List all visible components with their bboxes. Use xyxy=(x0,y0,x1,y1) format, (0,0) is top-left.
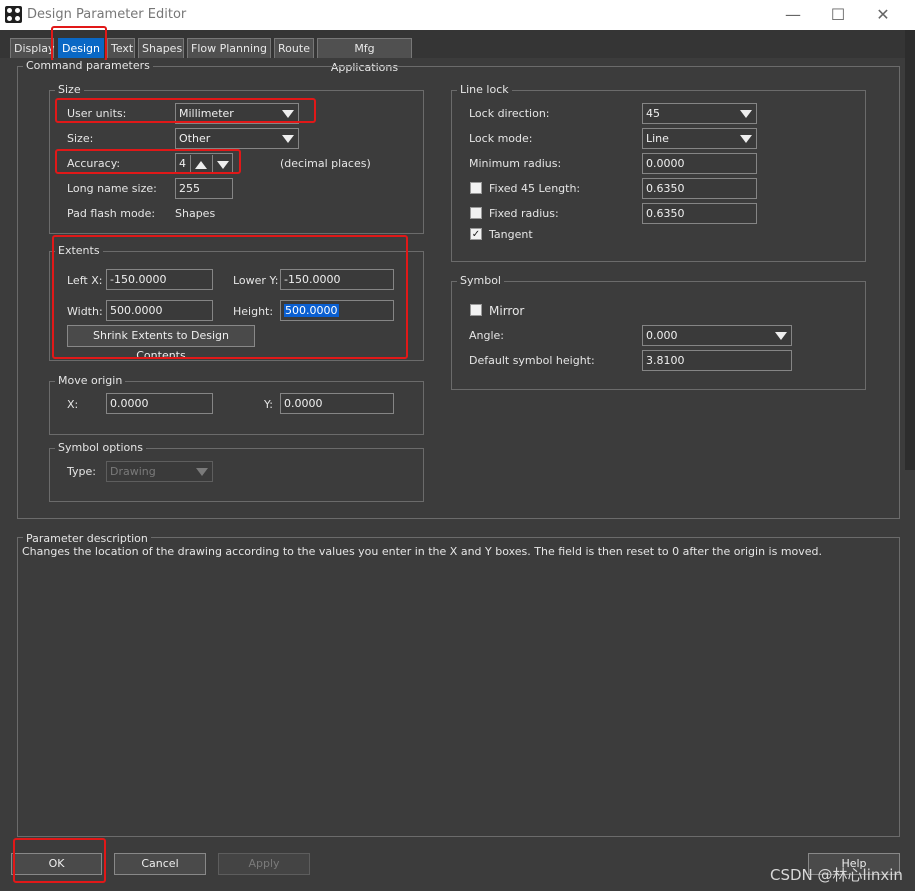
angle-dropdown[interactable]: 0.000 xyxy=(642,325,792,346)
mirror-label: Mirror xyxy=(489,304,525,318)
long-name-size-input[interactable]: 255 xyxy=(175,178,233,199)
highlight-extents xyxy=(52,235,408,359)
symbol-type-dropdown: Drawing xyxy=(106,461,213,482)
parameter-description-text: Changes the location of the drawing acco… xyxy=(22,545,823,558)
fixed-radius-label: Fixed radius: xyxy=(489,207,559,220)
chevron-down-icon xyxy=(775,332,787,340)
highlight-ok-button xyxy=(13,838,106,883)
tangent-label: Tangent xyxy=(489,228,533,241)
window-title: Design Parameter Editor xyxy=(27,7,187,22)
angle-value: 0.000 xyxy=(646,329,678,342)
tab-shapes[interactable]: Shapes xyxy=(138,38,184,58)
origin-x-label: X: xyxy=(67,398,79,411)
background-window-strip xyxy=(905,30,915,470)
chevron-down-icon xyxy=(740,135,752,143)
pad-flash-mode-label: Pad flash mode: xyxy=(67,207,156,220)
parameter-description-title: Parameter description xyxy=(23,533,151,545)
tab-flow-planning[interactable]: Flow Planning xyxy=(187,38,271,58)
fixed-45-length-checkbox[interactable] xyxy=(470,182,482,194)
highlight-user-units xyxy=(55,98,316,123)
minimum-radius-label: Minimum radius: xyxy=(469,157,562,170)
lock-mode-value: Line xyxy=(646,132,669,145)
origin-y-input[interactable]: 0.0000 xyxy=(280,393,394,414)
origin-y-label: Y: xyxy=(264,398,273,411)
minimum-radius-input[interactable]: 0.0000 xyxy=(642,153,757,174)
tangent-checkbox[interactable]: ✓ xyxy=(470,228,482,240)
chevron-down-icon xyxy=(282,135,294,143)
tab-display[interactable]: Display xyxy=(10,38,55,58)
title-bar: Design Parameter Editor — ☐ ✕ xyxy=(0,0,915,30)
watermark-text: CSDN @林心linxin xyxy=(770,866,903,884)
size-title: Size xyxy=(55,84,84,96)
move-origin-title: Move origin xyxy=(55,375,126,387)
symbol-title: Symbol xyxy=(457,275,504,287)
apply-button: Apply xyxy=(218,853,310,875)
close-icon[interactable]: ✕ xyxy=(868,4,898,26)
chevron-down-icon xyxy=(196,468,208,476)
highlight-design-tab xyxy=(51,26,107,62)
tab-route[interactable]: Route xyxy=(274,38,314,58)
tab-mfg-applications[interactable]: Mfg Applications xyxy=(317,38,412,74)
default-symbol-height-input[interactable]: 3.8100 xyxy=(642,350,792,371)
tab-text[interactable]: Text xyxy=(107,38,135,58)
lock-direction-dropdown[interactable]: 45 xyxy=(642,103,757,124)
checkmark-icon: ✓ xyxy=(471,229,481,240)
lock-mode-dropdown[interactable]: Line xyxy=(642,128,757,149)
maximize-icon[interactable]: ☐ xyxy=(823,4,853,26)
fixed-radius-checkbox[interactable] xyxy=(470,207,482,219)
symbol-type-value: Drawing xyxy=(110,465,156,478)
long-name-size-label: Long name size: xyxy=(67,182,157,195)
minimize-icon[interactable]: — xyxy=(778,4,808,26)
app-icon xyxy=(5,6,22,23)
line-lock-title: Line lock xyxy=(457,84,512,96)
chevron-down-icon xyxy=(740,110,752,118)
size-label: Size: xyxy=(67,132,94,145)
accuracy-note: (decimal places) xyxy=(280,157,371,170)
fixed-45-length-input[interactable]: 0.6350 xyxy=(642,178,757,199)
parameter-description-group xyxy=(17,537,900,837)
fixed-radius-input[interactable]: 0.6350 xyxy=(642,203,757,224)
origin-x-input[interactable]: 0.0000 xyxy=(106,393,213,414)
cancel-button[interactable]: Cancel xyxy=(114,853,206,875)
highlight-accuracy xyxy=(55,149,241,174)
fixed-45-length-label: Fixed 45 Length: xyxy=(489,182,581,195)
pad-flash-mode-value: Shapes xyxy=(175,207,216,220)
default-symbol-height-label: Default symbol height: xyxy=(469,354,595,367)
lock-mode-label: Lock mode: xyxy=(469,132,533,145)
lock-direction-value: 45 xyxy=(646,107,660,120)
size-value: Other xyxy=(179,132,211,145)
lock-direction-label: Lock direction: xyxy=(469,107,550,120)
command-parameters-title: Command parameters xyxy=(23,60,153,72)
symbol-type-label: Type: xyxy=(67,465,96,478)
mirror-checkbox[interactable] xyxy=(470,304,482,316)
angle-label: Angle: xyxy=(469,329,505,342)
size-dropdown[interactable]: Other xyxy=(175,128,299,149)
symbol-options-title: Symbol options xyxy=(55,442,146,454)
